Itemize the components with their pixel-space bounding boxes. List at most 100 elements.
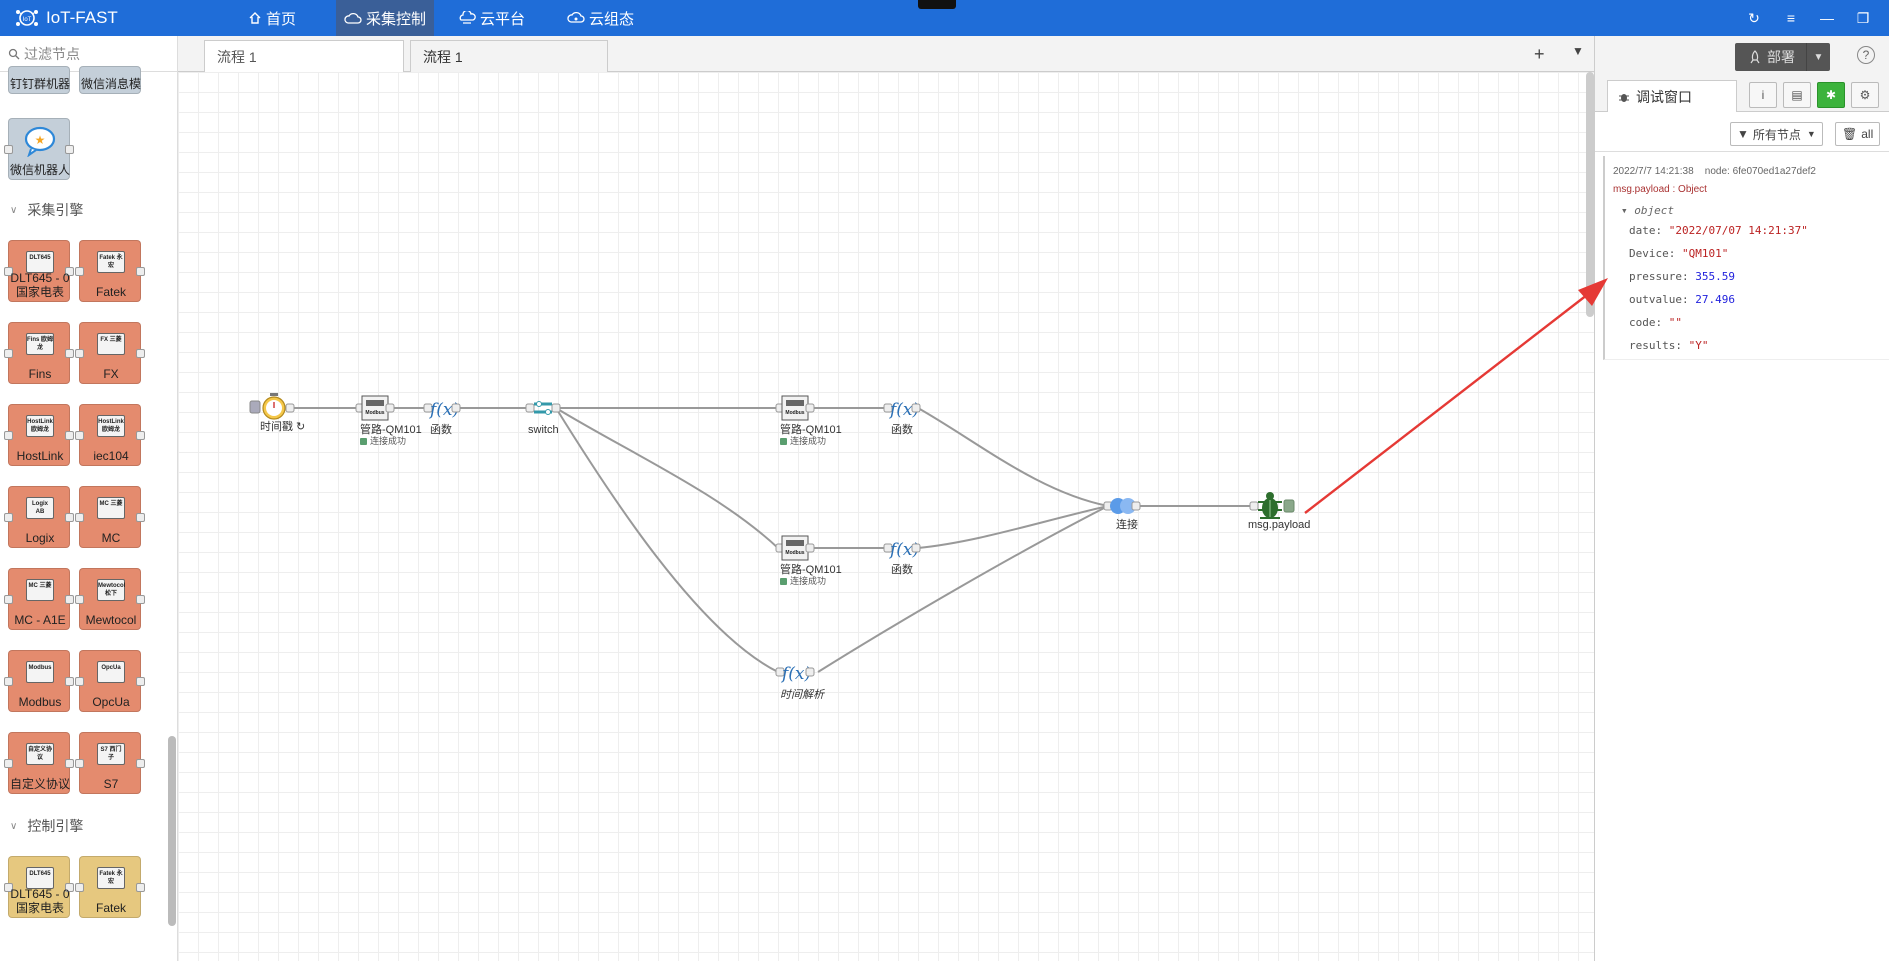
- palette-node[interactable]: Mewtocol 松下 Mewtocol: [75, 568, 145, 630]
- nav-cloud-config[interactable]: 云组态: [567, 0, 634, 36]
- debug-node[interactable]: msg.payload: [1248, 492, 1310, 531]
- device-chip-icon: HostLink 欧姆龙: [97, 415, 125, 437]
- debug-object-toggle[interactable]: ▾ object: [1621, 204, 1674, 217]
- refresh-icon[interactable]: ↻: [1745, 9, 1763, 27]
- palette-node[interactable]: DLT645 DLT645 - 0 国家电表: [4, 240, 74, 302]
- inject-node[interactable]: 时间戳 ↻: [249, 393, 305, 433]
- gear-icon[interactable]: ⚙: [1851, 82, 1879, 108]
- palette-node-label: Fins: [28, 367, 52, 381]
- palette-scrollbar[interactable]: [168, 736, 176, 926]
- help-icon[interactable]: ?: [1857, 46, 1875, 64]
- tab-flow-1[interactable]: 流程 1: [204, 40, 404, 72]
- palette-node[interactable]: FX 三菱 FX: [75, 322, 145, 384]
- chevron-down-icon: ▼: [1806, 129, 1816, 139]
- debug-meta: 2022/7/7 14:21:38 node: 6fe070ed1a27def2: [1613, 166, 1816, 177]
- collapse-handle[interactable]: [918, 0, 956, 9]
- palette-node[interactable]: 自定义协议 自定义协议: [4, 732, 74, 794]
- deploy-button[interactable]: 部署 ▼: [1735, 43, 1830, 71]
- debug-message: 2022/7/7 14:21:38 node: 6fe070ed1a27def2…: [1603, 156, 1889, 360]
- palette-node[interactable]: Modbus Modbus: [4, 650, 74, 712]
- palette-category-control[interactable]: ∨ 控制引擎: [10, 816, 83, 836]
- palette-node-label: HostLink: [16, 449, 64, 463]
- tab-menu-icon[interactable]: ▼: [1572, 44, 1584, 58]
- palette-node-dingtalk[interactable]: 钉钉群机器: [8, 66, 70, 94]
- cloud-config-icon: [567, 11, 585, 23]
- device-chip-icon: Fatek 永宏: [97, 251, 125, 273]
- output-port: [136, 759, 145, 768]
- flow-workspace[interactable]: 时间戳 ↻ Modbus 管路-QM101 连接成功 f(x) 函数 switc…: [178, 72, 1594, 961]
- debug-field: results: "Y": [1629, 339, 1709, 352]
- debug-bug-icon[interactable]: ✱: [1817, 82, 1845, 108]
- palette-node-label: Fatek: [95, 901, 126, 915]
- palette-node-wechat-bot[interactable]: ★ 微信机器人: [4, 118, 74, 180]
- input-port: [4, 595, 13, 604]
- nav-collect-control[interactable]: 采集控制: [336, 0, 435, 36]
- palette-node-label: iec104: [93, 449, 129, 463]
- node-filter-dropdown[interactable]: ▼ 所有节点 ▼: [1730, 122, 1823, 146]
- function-node-1[interactable]: f(x) 函数: [423, 400, 461, 436]
- palette-node[interactable]: HostLink 欧姆龙 iec104: [75, 404, 145, 466]
- device-chip-icon: 自定义协议: [26, 743, 54, 765]
- clear-debug-button[interactable]: 🗑 all: [1835, 122, 1881, 146]
- palette-node[interactable]: Fins 欧姆龙 Fins: [4, 322, 74, 384]
- maximize-icon[interactable]: ❐: [1854, 9, 1872, 27]
- function-node-2[interactable]: f(x) 函数: [883, 400, 921, 436]
- palette-node[interactable]: MC 三菱 MC: [75, 486, 145, 548]
- debug-field: code: "": [1629, 316, 1682, 329]
- palette-node[interactable]: Logix AB Logix: [4, 486, 74, 548]
- function-node-time-parse[interactable]: f(x) 时间解析: [775, 664, 826, 701]
- palette-node-label: FX: [103, 367, 119, 381]
- iot-logo-icon: IoT: [16, 10, 38, 26]
- nav-home[interactable]: 首页: [248, 0, 296, 36]
- book-icon[interactable]: ▤: [1783, 82, 1811, 108]
- palette-category-collect[interactable]: ∨ 采集引擎: [10, 200, 83, 220]
- workspace-scrollbar[interactable]: [1586, 72, 1594, 317]
- modbus-node-2[interactable]: Modbus 管路-QM101 连接成功: [775, 395, 842, 446]
- palette-node[interactable]: HostLink 欧姆龙 HostLink: [4, 404, 74, 466]
- debug-field-value: 27.496: [1695, 293, 1735, 306]
- status-dot: [780, 438, 787, 445]
- svg-text:IoT: IoT: [23, 17, 32, 23]
- palette-node[interactable]: Fatek 永宏 Fatek: [75, 240, 145, 302]
- debug-timestamp: 2022/7/7 14:21:38: [1613, 166, 1694, 177]
- modbus-node-1[interactable]: Modbus 管路-QM101 连接成功: [355, 395, 422, 446]
- menu-icon[interactable]: ≡: [1782, 9, 1800, 27]
- output-port: [136, 595, 145, 604]
- palette-node[interactable]: S7 西门子 S7: [75, 732, 145, 794]
- modbus-node-label: 管路-QM101: [780, 562, 842, 576]
- tab-label: 流程 1: [423, 48, 463, 65]
- tab-flow-1-active[interactable]: 流程 1: [410, 40, 608, 72]
- join-node[interactable]: 连接: [1103, 498, 1141, 531]
- device-chip-icon: Logix AB: [26, 497, 54, 519]
- palette-node[interactable]: OpcUa OpcUa: [75, 650, 145, 712]
- output-port: [65, 431, 74, 440]
- device-chip-icon: Mewtocol 松下: [97, 579, 125, 601]
- status-dot: [360, 438, 367, 445]
- svg-text:Modbus: Modbus: [785, 410, 804, 416]
- minimize-icon[interactable]: —: [1818, 9, 1836, 27]
- debug-node-id[interactable]: node: 6fe070ed1a27def2: [1705, 166, 1816, 177]
- nav-collect-control-label: 采集控制: [366, 10, 427, 28]
- palette-node[interactable]: MC 三菱 MC - A1E: [4, 568, 74, 630]
- output-port: [136, 883, 145, 892]
- palette-node[interactable]: Fatek 永宏 Fatek: [75, 856, 145, 918]
- palette-node-label: 微信机器人: [9, 163, 70, 177]
- debug-node-label: msg.payload: [1248, 519, 1310, 531]
- function-node-3[interactable]: f(x) 函数: [883, 540, 921, 576]
- function-node-label: 时间解析: [780, 688, 826, 701]
- svg-text:Modbus: Modbus: [785, 550, 804, 556]
- palette-node-wechat-msg[interactable]: 微信消息模: [79, 66, 141, 94]
- modbus-node-3[interactable]: Modbus 管路-QM101 连接成功: [775, 535, 842, 586]
- tab-debug-window[interactable]: 调试窗口: [1607, 80, 1737, 112]
- function-node-label: 函数: [891, 423, 913, 436]
- palette-node[interactable]: DLT645 DLT645 - 0 国家电表: [4, 856, 74, 918]
- info-icon[interactable]: i: [1749, 82, 1777, 108]
- palette-node-label: 微信消息模: [80, 77, 141, 91]
- nav-cloud-platform[interactable]: 云平台: [458, 0, 525, 36]
- deploy-dropdown-icon[interactable]: ▼: [1806, 43, 1830, 71]
- add-tab-icon[interactable]: +: [1534, 44, 1545, 65]
- debug-field-key: results: [1629, 339, 1676, 352]
- wechat-bot-icon: ★: [24, 126, 56, 157]
- device-chip-icon: HostLink 欧姆龙: [26, 415, 54, 437]
- switch-node[interactable]: switch: [525, 401, 561, 437]
